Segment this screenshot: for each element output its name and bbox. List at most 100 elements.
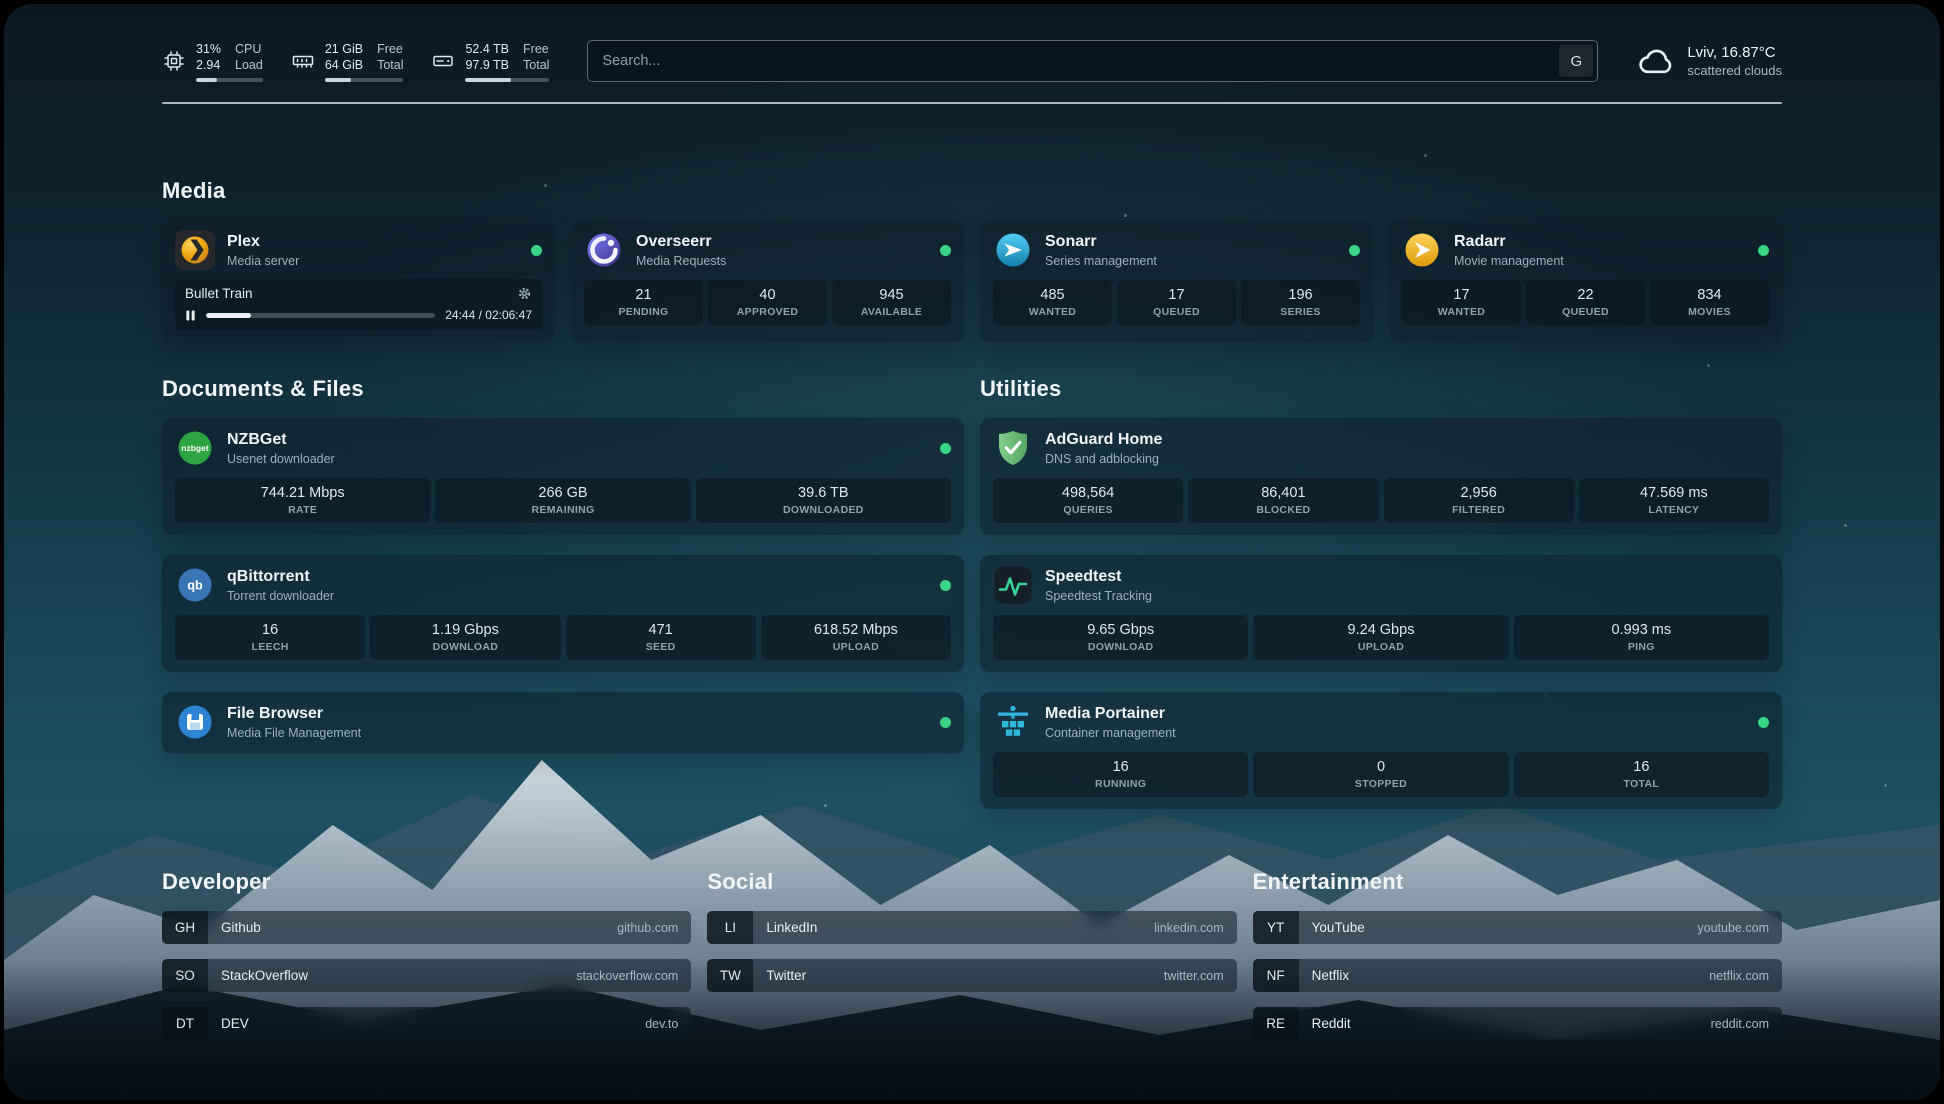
stat-leech: 16 LEECH bbox=[175, 615, 365, 660]
stat-filtered: 2,956FILTERED bbox=[1384, 478, 1574, 523]
bookmark-youtube[interactable]: YTYouTubeyoutube.com bbox=[1253, 911, 1782, 944]
service-stats: 498,564QUERIES86,401BLOCKED2,956FILTERED… bbox=[993, 478, 1769, 523]
entertainment-bookmarks: YTYouTubeyoutube.com NFNetflixnetflix.com… bbox=[1253, 911, 1782, 1040]
service-text: SonarrSeries management bbox=[1045, 233, 1157, 268]
stat-seed: 471SEED bbox=[566, 615, 756, 660]
bookmark-twitter[interactable]: TWTwittertwitter.com bbox=[707, 959, 1236, 992]
service-card-radarr[interactable]: RadarrMovie management17WANTED22QUEUED83… bbox=[1389, 220, 1782, 342]
service-card-overseerr[interactable]: OverseerrMedia Requests21PENDING40APPROV… bbox=[571, 220, 964, 342]
stat-queries: 498,564QUERIES bbox=[993, 478, 1183, 523]
status-dot-online bbox=[940, 443, 951, 454]
stat-label: SERIES bbox=[1245, 306, 1356, 318]
section-title-social: Social bbox=[707, 869, 1236, 895]
stat-label: LATENCY bbox=[1583, 504, 1765, 516]
bookmark-dev[interactable]: DTDEVdev.to bbox=[162, 1007, 691, 1040]
service-card-sonarr[interactable]: SonarrSeries management485WANTED17QUEUED… bbox=[980, 220, 1373, 342]
stat-label: UPLOAD bbox=[765, 641, 947, 653]
resource-value: 52.4 TB bbox=[465, 41, 509, 58]
stat-label: DOWNLOAD bbox=[997, 641, 1244, 653]
stat-value: 16 bbox=[179, 622, 361, 638]
social-bookmarks: LILinkedInlinkedin.com TWTwittertwitter.c… bbox=[707, 911, 1236, 992]
bookmark-abbr: TW bbox=[707, 959, 753, 992]
section-title-documents-files: Documents & Files bbox=[162, 376, 964, 402]
stat-label: WANTED bbox=[1406, 306, 1517, 318]
status-dot-online bbox=[940, 580, 951, 591]
service-subtitle: Speedtest Tracking bbox=[1045, 589, 1152, 603]
search-input[interactable] bbox=[588, 53, 1555, 69]
stat-movies: 834MOVIES bbox=[1650, 280, 1769, 325]
service-card-header: qbqBittorrentTorrent downloader bbox=[175, 565, 951, 605]
service-text: AdGuard HomeDNS and adblocking bbox=[1045, 431, 1162, 466]
stat-value: 196 bbox=[1245, 287, 1356, 303]
service-card-media-portainer[interactable]: Media PortainerContainer management16RUN… bbox=[980, 692, 1782, 809]
stat-series: 196 SERIES bbox=[1241, 280, 1360, 325]
bookmark-linkedin[interactable]: LILinkedInlinkedin.com bbox=[707, 911, 1236, 944]
section-title-developer: Developer bbox=[162, 869, 691, 895]
stat-label: LEECH bbox=[179, 641, 361, 653]
resource-values: 31%2.94 bbox=[196, 41, 221, 74]
resource-label: Free bbox=[523, 41, 549, 58]
bookmark-name: StackOverflow bbox=[221, 968, 308, 983]
cloud-icon bbox=[1636, 41, 1676, 81]
service-subtitle: Media Requests bbox=[636, 254, 726, 268]
bookmark-domain: youtube.com bbox=[1697, 921, 1769, 935]
service-name: File Browser bbox=[227, 705, 361, 723]
service-subtitle: Movie management bbox=[1454, 254, 1564, 268]
stat-value: 47.569 ms bbox=[1583, 485, 1765, 501]
bookmark-netflix[interactable]: NFNetflixnetflix.com bbox=[1253, 959, 1782, 992]
stat-value: 744.21 Mbps bbox=[179, 485, 426, 501]
stat-total: 16TOTAL bbox=[1514, 752, 1769, 797]
now-playing-row: Bullet Train bbox=[185, 286, 532, 301]
svg-text:nzbget: nzbget bbox=[181, 443, 209, 453]
service-card-file-browser[interactable]: File BrowserMedia File Management bbox=[162, 692, 964, 754]
service-card-nzbget[interactable]: nzbgetNZBGetUsenet downloader744.21 Mbps… bbox=[162, 418, 964, 535]
stat-pending: 21PENDING bbox=[584, 280, 703, 325]
app-frame: 31%2.94 CPULoad 21 GiB64 GiBFreeTotal 52.4 … bbox=[4, 4, 1940, 1100]
stat-label: BLOCKED bbox=[1192, 504, 1374, 516]
ram-icon bbox=[291, 49, 315, 73]
section-social: Social LILinkedInlinkedin.com TWTwittertw… bbox=[707, 869, 1236, 1007]
service-card-header: PlexMedia server bbox=[175, 230, 542, 270]
weather-widget: Lviv, 16.87°C scattered clouds bbox=[1636, 41, 1782, 81]
resource-widget-memory: 21 GiB64 GiBFreeTotal bbox=[291, 41, 404, 82]
pause-icon[interactable] bbox=[185, 309, 196, 322]
section-media: Media PlexMedia serverBullet Train24:44 … bbox=[162, 178, 1782, 342]
resource-body: 52.4 TB97.9 TBFreeTotal bbox=[465, 41, 549, 82]
stat-value: 1.19 Gbps bbox=[374, 622, 556, 638]
bookmark-github[interactable]: GHGithubgithub.com bbox=[162, 911, 691, 944]
stat-label: QUEUED bbox=[1121, 306, 1232, 318]
status-dot-online bbox=[940, 717, 951, 728]
resource-widgets: 31%2.94 CPULoad 21 GiB64 GiBFreeTotal 52.4 … bbox=[162, 41, 549, 82]
resource-value: 21 GiB bbox=[325, 41, 363, 58]
service-card-adguard-home[interactable]: AdGuard HomeDNS and adblocking 498,564QUE… bbox=[980, 418, 1782, 535]
gear-icon[interactable] bbox=[517, 286, 532, 301]
resource-value: 31% bbox=[196, 41, 221, 58]
status-dot-online bbox=[940, 245, 951, 256]
bookmark-abbr: SO bbox=[162, 959, 208, 992]
stat-label: QUERIES bbox=[997, 504, 1179, 516]
resource-label: CPU bbox=[235, 41, 263, 58]
search-box: G bbox=[587, 40, 1598, 82]
service-card-speedtest[interactable]: SpeedtestSpeedtest Tracking9.65 GbpsDOWN… bbox=[980, 555, 1782, 672]
stat-label: RATE bbox=[179, 504, 426, 516]
stat-value: 0 bbox=[1257, 759, 1504, 775]
stat-ping: 0.993 msPING bbox=[1514, 615, 1769, 660]
resource-label: Load bbox=[235, 57, 263, 74]
service-name: NZBGet bbox=[227, 431, 335, 449]
documents-service-stack: nzbgetNZBGetUsenet downloader744.21 Mbps… bbox=[162, 418, 964, 754]
service-card-plex[interactable]: PlexMedia server Bullet Train 24:44 / 02:0… bbox=[162, 220, 555, 342]
resource-columns: 21 GiB64 GiBFreeTotal bbox=[325, 41, 404, 74]
plex-icon bbox=[175, 230, 215, 270]
search-provider-button[interactable]: G bbox=[1559, 45, 1593, 77]
playback-row: 24:44 / 02:06:47 bbox=[185, 308, 532, 322]
service-card-qbittorrent[interactable]: qbqBittorrentTorrent downloader 16 LEECH 1.… bbox=[162, 555, 964, 672]
resource-value: 2.94 bbox=[196, 57, 221, 74]
bookmark-reddit[interactable]: RERedditreddit.com bbox=[1253, 1007, 1782, 1040]
stat-value: 945 bbox=[836, 287, 947, 303]
bookmark-stackoverflow[interactable]: SOStackOverflowstackoverflow.com bbox=[162, 959, 691, 992]
stat-running: 16RUNNING bbox=[993, 752, 1248, 797]
bookmark-abbr: DT bbox=[162, 1007, 208, 1040]
cpu-icon bbox=[162, 49, 186, 73]
resource-labels: CPULoad bbox=[235, 41, 263, 74]
status-dot-online bbox=[1758, 717, 1769, 728]
